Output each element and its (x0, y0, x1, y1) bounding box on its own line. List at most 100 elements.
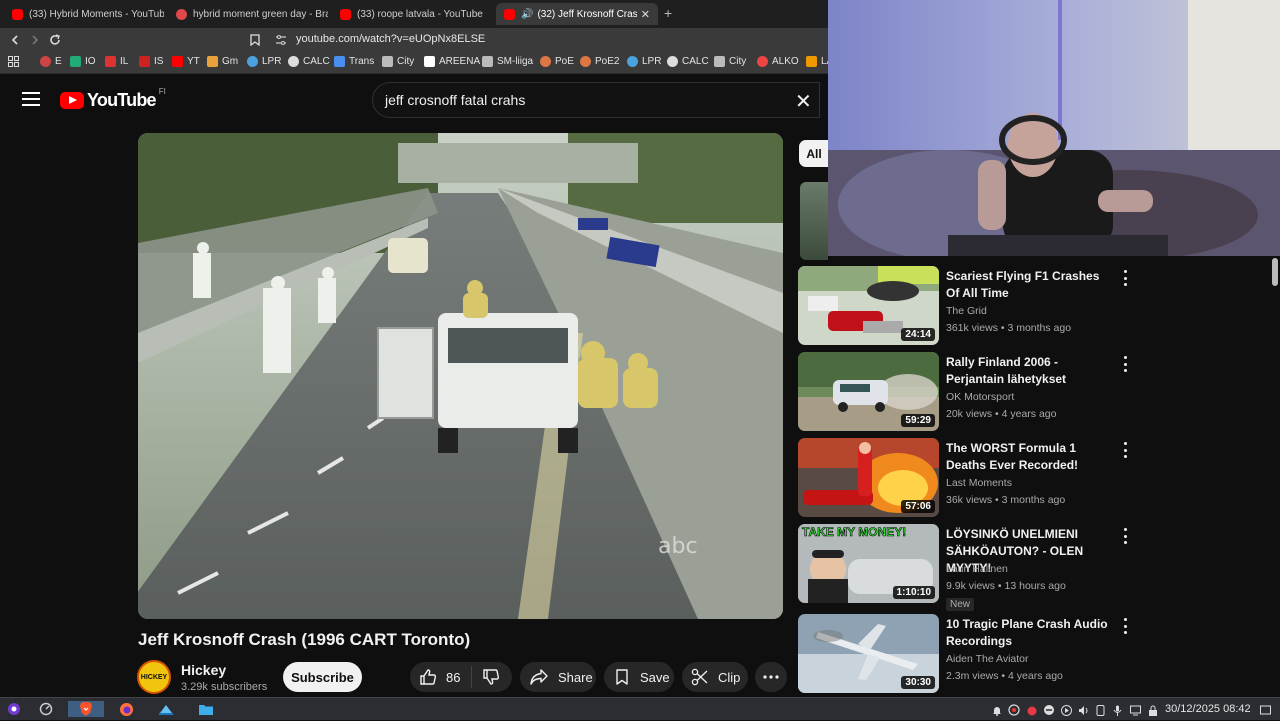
subscribe-button[interactable]: Subscribe (283, 662, 362, 692)
microphone-icon[interactable] (1113, 703, 1123, 716)
bookmark-favicon (806, 56, 817, 67)
save-button[interactable]: Save (604, 662, 674, 692)
bookmark-item[interactable]: City (382, 56, 414, 67)
recommendation-channel[interactable]: OK Motorsport (946, 391, 1014, 403)
bookmark-item[interactable]: AREENA (424, 56, 480, 67)
recommendation-item[interactable]: TAKE MY MONEY! 1:10:10 LÖYSINKÖ UNELMIEN… (798, 524, 1138, 611)
recommendation-channel[interactable]: Lauri Halinen (946, 563, 1008, 575)
security-lock-icon[interactable] (1148, 703, 1158, 716)
file-manager-icon[interactable] (197, 701, 215, 717)
menu-icon[interactable] (22, 92, 40, 106)
youtube-logo[interactable]: YouTube FI (60, 87, 166, 111)
youtube-icon (172, 56, 183, 67)
show-desktop-icon[interactable] (1260, 703, 1271, 715)
close-tab-icon[interactable]: ✕ (637, 8, 650, 21)
bookmark-item[interactable]: PoE2 (580, 56, 619, 67)
channel-avatar[interactable]: HICKEY (137, 660, 171, 694)
apps-grid-icon[interactable] (8, 56, 19, 67)
recommendation-channel[interactable]: Aiden The Aviator (946, 653, 1029, 665)
search-input[interactable]: jeff crosnoff fatal crahs (385, 92, 525, 108)
bookmark-item[interactable]: CALC (288, 56, 330, 67)
url-input[interactable]: youtube.com/watch?v=eUOpNx8ELSE (296, 33, 485, 45)
recommendation-item[interactable]: 30:30 10 Tragic Plane Crash Audio Record… (798, 614, 1138, 694)
bookmark-item[interactable]: IS (139, 56, 163, 67)
dislike-button[interactable] (472, 668, 500, 686)
page-scrollbar[interactable] (1272, 258, 1278, 286)
bookmark-item[interactable]: E (40, 56, 62, 67)
search-box[interactable]: jeff crosnoff fatal crahs ✕ (372, 82, 820, 118)
more-vertical-icon[interactable] (1124, 618, 1128, 634)
bookmark-item[interactable]: LPR (247, 56, 281, 67)
share-label: Share (558, 669, 593, 685)
browser-tab[interactable]: (33) roope latvala - YouTube (332, 3, 492, 25)
recommendation-title[interactable]: Scariest Flying F1 Crashes Of All Time (946, 268, 1116, 302)
recommendation-channel[interactable]: The Grid (946, 305, 987, 317)
forward-button[interactable] (26, 31, 44, 49)
more-vertical-icon[interactable] (1124, 270, 1128, 286)
clip-button[interactable]: Clip (682, 662, 748, 692)
bookmark-label: PoE2 (595, 56, 620, 67)
recommendation-title[interactable]: The WORST Formula 1 Deaths Ever Recorded… (946, 440, 1116, 474)
clear-search-icon[interactable]: ✕ (795, 89, 812, 114)
bookmark-item[interactable]: PoE (540, 56, 574, 67)
system-clock[interactable]: 30/12/2025 08:42 (1165, 703, 1251, 715)
steam-icon[interactable] (157, 701, 175, 717)
phone-connect-icon[interactable] (1096, 703, 1106, 716)
browser-tab[interactable]: (33) Hybrid Moments - YouTube (4, 3, 164, 25)
tray-app-icon[interactable] (1043, 703, 1054, 715)
bookmark-item[interactable]: IO (70, 56, 96, 67)
back-button[interactable] (6, 31, 24, 49)
volume-icon[interactable] (1078, 703, 1088, 715)
video-thumbnail[interactable]: 57:06 (798, 438, 939, 517)
recommendation-title[interactable]: 10 Tragic Plane Crash Audio Recordings (946, 616, 1116, 650)
more-actions-button[interactable] (755, 662, 787, 692)
recommendation-thumbnail-partial[interactable] (800, 182, 828, 260)
recommendation-item[interactable]: 57:06 The WORST Formula 1 Deaths Ever Re… (798, 438, 1138, 518)
bookmark-item[interactable]: ALKO (757, 56, 799, 67)
more-vertical-icon[interactable] (1124, 442, 1128, 458)
recommendation-channel[interactable]: Last Moments (946, 477, 1012, 489)
tray-app-icon[interactable] (1008, 703, 1020, 716)
more-vertical-icon[interactable] (1124, 356, 1128, 372)
video-thumbnail[interactable]: 59:29 (798, 352, 939, 431)
video-player[interactable]: abc (138, 133, 783, 619)
bookmark-item[interactable]: Gm (207, 56, 238, 67)
media-play-icon[interactable] (1061, 703, 1072, 716)
bookmark-item[interactable]: SM-liiga (482, 56, 533, 67)
bookmark-item[interactable]: Trans (334, 56, 374, 67)
bookmark-icon[interactable] (246, 31, 264, 49)
recommendation-item[interactable]: 59:29 Rally Finland 2006 - Perjantain lä… (798, 352, 1138, 432)
channel-name[interactable]: Hickey (181, 662, 226, 678)
network-icon[interactable] (1130, 703, 1141, 716)
youtube-icon (12, 8, 23, 20)
notification-bell-icon[interactable] (992, 703, 1002, 716)
record-indicator-icon[interactable] (1027, 703, 1037, 716)
bookmark-item[interactable]: YT (172, 56, 200, 67)
bookmark-item[interactable]: IL (105, 56, 128, 67)
bookmark-favicon (139, 56, 150, 67)
bookmark-item[interactable]: CALC (667, 56, 709, 67)
bookmark-item[interactable]: LPR (627, 56, 661, 67)
bookmark-label: IO (85, 56, 96, 67)
system-settings-icon[interactable] (37, 701, 55, 717)
site-info-icon[interactable] (272, 31, 290, 49)
reload-button[interactable] (46, 31, 64, 49)
bookmark-item[interactable]: City (714, 56, 746, 67)
browser-tab-active[interactable]: 🔊 (32) Jeff Krosnoff Crash (1 ✕ (496, 3, 658, 25)
video-thumbnail[interactable]: TAKE MY MONEY! 1:10:10 (798, 524, 939, 603)
video-thumbnail[interactable]: 30:30 (798, 614, 939, 693)
video-thumbnail[interactable]: 24:14 (798, 266, 939, 345)
bookmark-label: Gm (222, 56, 239, 67)
new-tab-button[interactable]: + (664, 5, 672, 21)
share-button[interactable]: Share (520, 662, 596, 692)
more-vertical-icon[interactable] (1124, 528, 1128, 544)
firefox-icon[interactable] (117, 701, 135, 717)
brave-browser-taskbar-icon[interactable] (68, 701, 104, 717)
filter-chip-all[interactable]: All (799, 140, 829, 167)
recommendation-title[interactable]: Rally Finland 2006 - Perjantain lähetyks… (946, 354, 1116, 388)
recommendation-item[interactable]: 24:14 Scariest Flying F1 Crashes Of All … (798, 266, 1138, 346)
tab-title: (32) Jeff Krosnoff Crash (1 (537, 8, 637, 20)
like-button[interactable]: 86 (410, 666, 472, 688)
browser-tab[interactable]: hybrid moment green day - Bra (168, 3, 328, 25)
start-menu-icon[interactable] (5, 701, 23, 717)
